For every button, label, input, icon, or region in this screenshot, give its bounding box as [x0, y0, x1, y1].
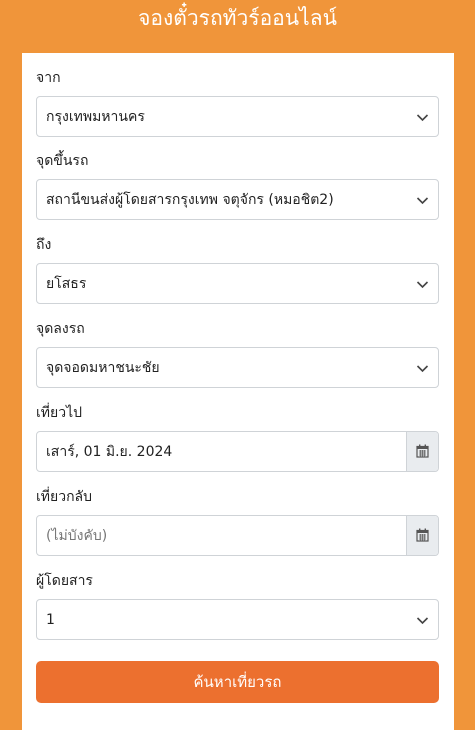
page-title: จองตั๋วรถทัวร์ออนไลน์: [138, 6, 337, 30]
to-value: ยโสธร: [46, 276, 87, 292]
depart-date-input[interactable]: เสาร์, 01 มิ.ย. 2024: [36, 431, 439, 472]
depart-label: เที่ยวไป: [36, 405, 83, 421]
depart-value: เสาร์, 01 มิ.ย. 2024: [46, 444, 173, 460]
boarding-value: สถานีขนส่งผู้โดยสารกรุงเทพ จตุจักร (หมอช…: [46, 192, 334, 208]
return-calendar-button[interactable]: [406, 516, 438, 555]
chevron-down-icon: [416, 114, 429, 122]
dropoff-label: จุดลงรถ: [36, 321, 85, 337]
booking-form: จาก กรุงเทพมหานคร จุดขึ้นรถ สถานีขนส่งผู…: [22, 53, 454, 730]
passengers-select[interactable]: 1: [36, 599, 439, 640]
from-label: จาก: [36, 70, 61, 86]
depart-calendar-button[interactable]: [406, 432, 438, 471]
from-select[interactable]: กรุงเทพมหานคร: [36, 96, 439, 137]
dropoff-value: จุดจอดมหาชนะชัย: [46, 360, 160, 376]
calendar-icon: [416, 444, 429, 458]
boarding-label: จุดขึ้นรถ: [36, 153, 89, 169]
from-value: กรุงเทพมหานคร: [46, 109, 145, 125]
to-select[interactable]: ยโสธร: [36, 263, 439, 304]
return-date-input[interactable]: (ไม่บังคับ): [36, 515, 439, 556]
passengers-value: 1: [46, 612, 55, 628]
chevron-down-icon: [416, 281, 429, 289]
dropoff-select[interactable]: จุดจอดมหาชนะชัย: [36, 347, 439, 388]
search-button[interactable]: ค้นหาเที่ยวรถ: [36, 661, 439, 703]
return-placeholder: (ไม่บังคับ): [46, 528, 108, 544]
to-label: ถึง: [36, 237, 52, 253]
return-label: เที่ยวกลับ: [36, 489, 93, 505]
passengers-label: ผู้โดยสาร: [36, 573, 93, 589]
calendar-icon: [416, 528, 429, 542]
chevron-down-icon: [416, 197, 429, 205]
chevron-down-icon: [416, 617, 429, 625]
chevron-down-icon: [416, 365, 429, 373]
boarding-select[interactable]: สถานีขนส่งผู้โดยสารกรุงเทพ จตุจักร (หมอช…: [36, 179, 439, 220]
